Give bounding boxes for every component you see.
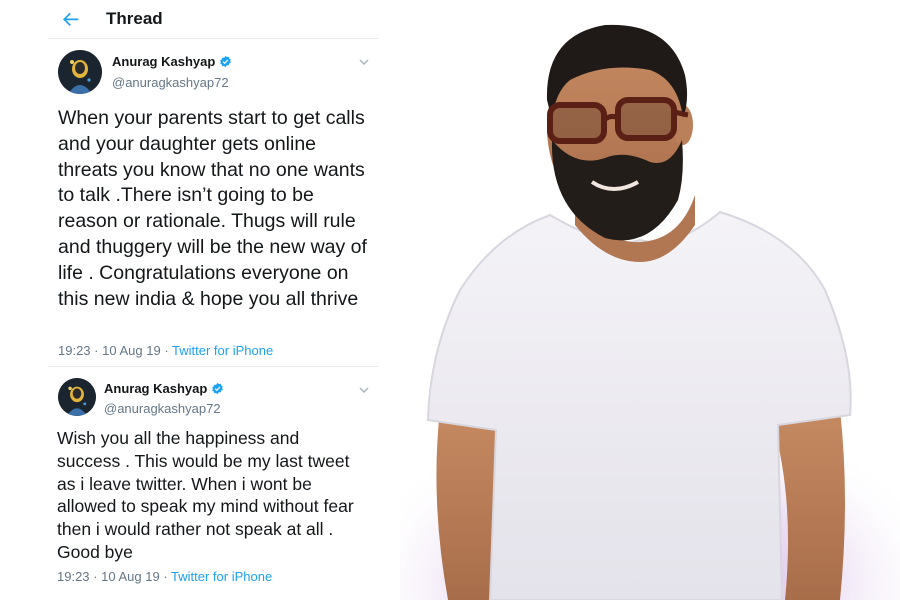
tweet-source-link[interactable]: Twitter for iPhone (172, 343, 273, 358)
tweet-date: 10 Aug 19 (101, 569, 160, 584)
tweet-meta: 19:23 · 10 Aug 19 · Twitter for iPhone (57, 569, 272, 584)
tweet-time: 19:23 (57, 569, 90, 584)
meta-separator: · (163, 569, 172, 584)
author-name[interactable]: Anurag Kashyap (112, 54, 215, 69)
author-row: Anurag Kashyap (112, 54, 232, 69)
avatar[interactable] (58, 378, 96, 416)
chevron-down-icon[interactable] (358, 56, 370, 68)
portrait-photo (400, 0, 900, 600)
glasses-left-lens (547, 102, 607, 144)
verified-badge-icon (220, 55, 232, 68)
tweet-thread: Thread Anurag Kashyap @anuragkashyap72 W… (48, 0, 378, 600)
chevron-down-icon[interactable] (358, 384, 370, 396)
tweet[interactable]: Anurag Kashyap @anuragkashyap72 Wish you… (48, 372, 378, 594)
thread-header: Thread (48, 0, 378, 39)
tweet-time: 19:23 (58, 343, 91, 358)
tweet[interactable]: Anurag Kashyap @anuragkashyap72 When you… (48, 44, 378, 367)
back-arrow-icon[interactable] (60, 8, 82, 30)
glasses-temple (673, 109, 689, 118)
tweet-meta: 19:23 · 10 Aug 19 · Twitter for iPhone (58, 343, 273, 358)
avatar[interactable] (58, 50, 102, 94)
portrait-illustration (400, 24, 900, 600)
meta-separator: · (94, 343, 103, 358)
avatar-image (58, 50, 102, 94)
tweet-text: Wish you all the happiness and success .… (57, 428, 354, 562)
verified-badge-icon (212, 382, 224, 395)
tweet-text: When your parents start to get calls and… (58, 107, 367, 310)
thread-title: Thread (106, 9, 163, 28)
meta-separator: · (93, 569, 102, 584)
author-name[interactable]: Anurag Kashyap (104, 381, 207, 396)
avatar-image (58, 378, 96, 416)
author-handle[interactable]: @anuragkashyap72 (112, 75, 229, 90)
tweet-source-link[interactable]: Twitter for iPhone (171, 569, 272, 584)
author-row: Anurag Kashyap (104, 381, 224, 396)
author-handle[interactable]: @anuragkashyap72 (104, 401, 221, 416)
glasses-right-lens (615, 97, 677, 141)
tweet-date: 10 Aug 19 (102, 343, 161, 358)
meta-separator: · (164, 343, 173, 358)
